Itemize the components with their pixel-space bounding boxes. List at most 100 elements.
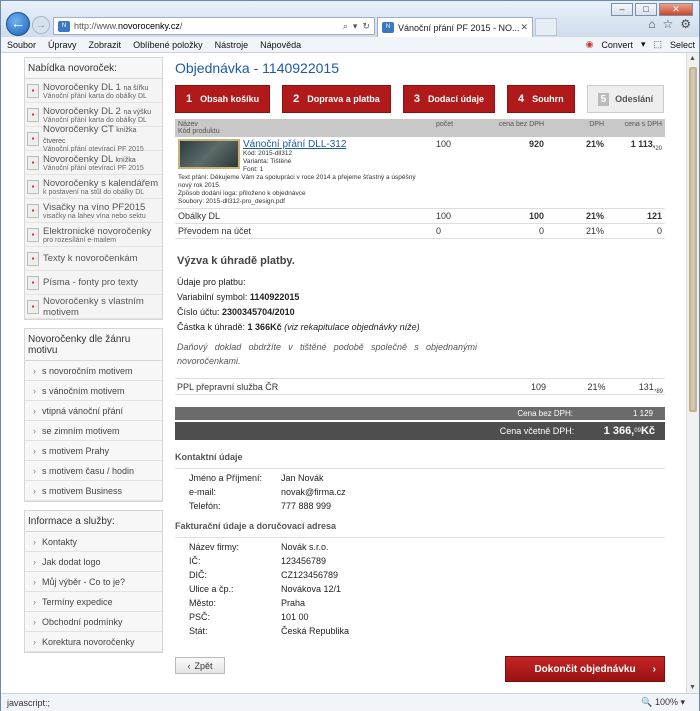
menu-bar: Soubor Úpravy Zobrazit Oblíbené položky … xyxy=(1,37,699,53)
convert-button[interactable]: Convert xyxy=(597,40,637,50)
chevron-right-icon: › xyxy=(33,616,36,627)
sidebar-product-name: Elektronické novoročenky xyxy=(43,225,152,237)
sidebar-product-item[interactable]: ▪ Visačky na víno PF2015 visačky na lahev … xyxy=(25,199,162,223)
genre-item[interactable]: › s novoročním motivem xyxy=(25,361,162,381)
tab-title: Vánoční přání PF 2015 - NO... xyxy=(398,22,520,33)
url-domain: novorocenky.cz xyxy=(118,21,180,31)
genre-label: s motivem času / hodin xyxy=(42,465,135,476)
menu-tools[interactable]: Nástroje xyxy=(209,40,255,50)
convert-dropdown-icon[interactable]: ▾ xyxy=(637,39,650,50)
total-vat-label: Cena včetně DPH: xyxy=(499,426,575,436)
status-bar: javascript:; 🔍 100% ▾ xyxy=(1,693,699,711)
convert-pdf-icon[interactable]: ◉ xyxy=(582,39,598,50)
total-nvat-value: 1 129 xyxy=(632,409,653,418)
step-delivery[interactable]: 3 Dodací údaje xyxy=(402,85,495,113)
shipping-total: 131, xyxy=(638,382,657,392)
step-cart[interactable]: 1 Obsah košíku xyxy=(175,85,271,113)
genre-item[interactable]: › vtipná vánoční přání xyxy=(25,401,162,421)
settings-gear-icon[interactable]: ⚙ xyxy=(680,17,691,31)
select-icon[interactable]: ⬚ xyxy=(649,39,666,50)
address-bar[interactable]: N http://www.novorocenky.cz/ ⌕ ▾ ↻ xyxy=(53,17,375,35)
genre-item[interactable]: › se zimním motivem xyxy=(25,421,162,441)
url-suffix: / xyxy=(179,21,183,31)
sidebar-product-text: Novoročenky s kalendářem k postavení na s… xyxy=(43,178,158,196)
browser-window: – □ ✕ ← → N http://www.novorocenky.cz/ ⌕… xyxy=(0,0,700,711)
refresh-icon[interactable]: ↻ xyxy=(362,21,370,32)
info-item[interactable]: › Korektura novoročenky xyxy=(25,632,162,652)
product-icon: ▪ xyxy=(27,155,39,170)
product-link[interactable]: Vánoční přání DLL-312 xyxy=(243,139,346,150)
product-thumbnail[interactable] xyxy=(178,139,240,169)
genre-item[interactable]: › s motivem času / hodin xyxy=(25,461,162,481)
genre-label: se zimním motivem xyxy=(42,425,120,436)
checkout-steps: 1 Obsah košíku 2 Doprava a platba 3 Dodací … xyxy=(175,85,665,113)
total-vat-value: 1 366, xyxy=(603,425,635,437)
menu-favorites[interactable]: Oblíbené položky xyxy=(127,40,209,50)
sidebar-product-item[interactable]: ▪ Novoročenky CT knížka čtverec Vánoční př… xyxy=(25,124,162,153)
info-item[interactable]: › Kontakty xyxy=(25,532,162,552)
cell-qty: 0 xyxy=(433,223,485,239)
genre-item[interactable]: › s motivem Prahy xyxy=(25,441,162,461)
select-button[interactable]: Select xyxy=(666,40,699,50)
close-window-button[interactable]: ✕ xyxy=(659,3,693,16)
tab-close-icon[interactable]: ✕ xyxy=(520,22,528,33)
step-summary[interactable]: 4 Souhrn xyxy=(506,85,575,113)
scrollbar-thumb[interactable] xyxy=(689,67,697,412)
menu-file[interactable]: Soubor xyxy=(1,40,42,50)
sidebar-product-item[interactable]: ▪ Novoročenky DL 1 na šířku Vánoční přání … xyxy=(25,79,162,103)
new-tab-button[interactable] xyxy=(535,18,557,36)
forward-arrow-icon[interactable]: → xyxy=(32,16,50,34)
browser-tab[interactable]: N Vánoční přání PF 2015 - NO... ✕ xyxy=(377,17,533,37)
back-arrow-icon[interactable]: ← xyxy=(6,12,30,36)
info-item[interactable]: › Termíny expedice xyxy=(25,592,162,612)
step-number: 3 xyxy=(413,93,420,105)
home-icon[interactable]: ⌂ xyxy=(648,17,655,31)
back-button[interactable]: ‹ Zpět xyxy=(175,657,225,674)
favorites-star-icon[interactable]: ☆ xyxy=(662,17,673,31)
scroll-up-icon[interactable]: ▲ xyxy=(689,55,696,62)
product-icon: ▪ xyxy=(27,131,39,146)
sidebar-product-item[interactable]: ▪ Elektronické novoročenky pro rozesílání … xyxy=(25,223,162,247)
finish-order-button[interactable]: Dokončit objednávku › xyxy=(505,656,665,682)
info-item[interactable]: › Můj výběr - Co to je? xyxy=(25,572,162,592)
sidebar-product-item[interactable]: ▪ Novoročenky DL knížka Vánoční přání otev… xyxy=(25,151,162,175)
zoom-level[interactable]: 🔍 100% ▾ xyxy=(641,697,699,708)
sidebar-product-item[interactable]: ▪ Novoročenky s vlastním motivem xyxy=(25,295,162,319)
product-icon: ▪ xyxy=(27,203,39,218)
chevron-right-icon: › xyxy=(33,556,36,567)
menu-edit[interactable]: Úpravy xyxy=(42,40,83,50)
minimize-button[interactable]: – xyxy=(611,3,633,16)
col-vat: DPH xyxy=(547,119,607,137)
genre-title: Novoročenky dle žánru motivu xyxy=(25,329,162,361)
contact-label: Jméno a Příjmení: xyxy=(189,473,263,483)
sidebar-product-text: Novoročenky DL 2 na výšku Vánoční přání k… xyxy=(43,106,151,124)
amount-value: 1 366Kč xyxy=(247,322,282,332)
sidebar-product-item[interactable]: ▪ Písma - fonty pro texty xyxy=(25,271,162,295)
contact-row: Jméno a Příjmení: Jan Novák xyxy=(175,473,665,483)
chevron-right-icon: › xyxy=(652,663,656,675)
search-icon[interactable]: ⌕ xyxy=(343,21,348,32)
order-table: Název Kód produktu počet cena bez DPH DPH… xyxy=(175,119,665,239)
sidebar-product-item[interactable]: ▪ Novoročenky s kalendářem k postavení na … xyxy=(25,175,162,199)
sidebar-product-title: Písma - fonty pro texty xyxy=(43,277,138,288)
info-item[interactable]: › Jak dodat logo xyxy=(25,552,162,572)
scroll-down-icon[interactable]: ▼ xyxy=(689,684,696,691)
step-shipping[interactable]: 2 Doprava a platba xyxy=(282,85,391,113)
shipping-total-cents: 89 xyxy=(656,388,664,395)
tab-favicon-icon: N xyxy=(382,22,394,33)
product-font: Font: 1 xyxy=(243,166,264,173)
genre-item[interactable]: › s motivem Business xyxy=(25,481,162,501)
vertical-scrollbar[interactable]: ▲ ▼ xyxy=(686,53,699,693)
info-item[interactable]: › Obchodní podmínky xyxy=(25,612,162,632)
dropdown-icon[interactable]: ▾ xyxy=(353,21,358,32)
step-number: 4 xyxy=(517,93,525,105)
step-label: Odeslání xyxy=(615,94,654,104)
genre-label: vtipná vánoční přání xyxy=(42,405,124,416)
genre-item[interactable]: › s vánočním motivem xyxy=(25,381,162,401)
shipping-vat: 21% xyxy=(587,382,606,392)
menu-view[interactable]: Zobrazit xyxy=(83,40,128,50)
maximize-button[interactable]: □ xyxy=(635,3,657,16)
sidebar-product-item[interactable]: ▪ Texty k novoročenkám xyxy=(25,247,162,271)
menu-help[interactable]: Nápověda xyxy=(254,40,307,50)
sidebar-product-text: Písma - fonty pro texty xyxy=(43,277,138,288)
